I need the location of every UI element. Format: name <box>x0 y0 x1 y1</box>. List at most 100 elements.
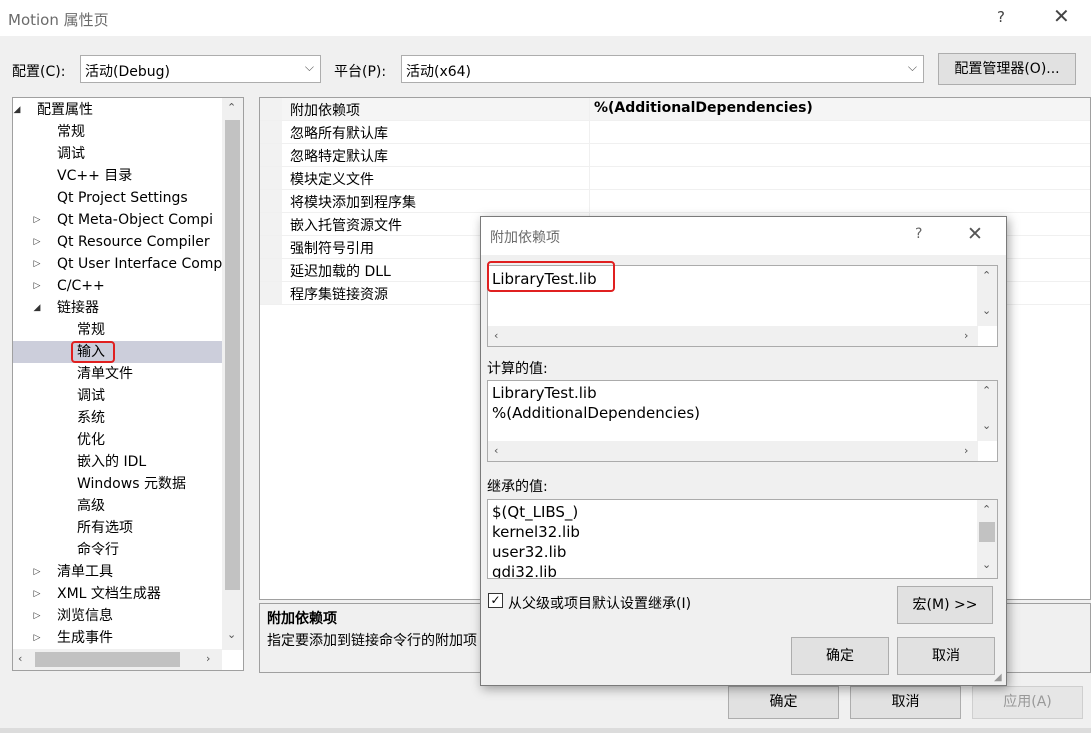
property-value[interactable]: %(AdditionalDependencies) <box>594 100 813 116</box>
resize-grip-icon[interactable]: ◢ <box>994 672 1002 683</box>
property-row[interactable]: 忽略特定默认库 <box>260 144 1090 167</box>
tree-item-label: 链接器 <box>57 300 99 316</box>
ok-button[interactable]: 确定 <box>728 686 839 719</box>
tree-vertical-thumb[interactable] <box>225 120 240 590</box>
scroll-up-icon[interactable]: ⌃ <box>982 384 991 397</box>
expand-arrow-icon[interactable]: ▷ <box>31 627 43 649</box>
tree-item[interactable]: 清单文件 <box>13 363 223 385</box>
expand-arrow-icon[interactable]: ▷ <box>31 209 43 231</box>
tree-item-label: 调试 <box>57 146 85 162</box>
tree-item[interactable]: ▷ C/C++ <box>13 275 223 297</box>
highlight-annotation <box>71 341 115 363</box>
property-name: 将模块添加到程序集 <box>290 195 416 211</box>
scroll-up-icon[interactable]: ⌃ <box>982 503 991 516</box>
row-gutter <box>260 167 282 189</box>
property-row[interactable]: 模块定义文件 <box>260 167 1090 190</box>
macro-button[interactable]: 宏(M) >> <box>897 586 993 624</box>
row-gutter <box>260 98 282 120</box>
scroll-up-icon[interactable]: ⌃ <box>982 269 991 282</box>
property-row[interactable]: 将模块添加到程序集 <box>260 190 1090 213</box>
tree-item[interactable]: 调试 <box>13 385 223 407</box>
tree-item[interactable]: 嵌入的 IDL <box>13 451 223 473</box>
tree-item[interactable]: ▷ XML 文档生成器 <box>13 583 223 605</box>
tree-item[interactable]: ▷ Qt Resource Compiler <box>13 231 223 253</box>
scroll-right-icon[interactable]: › <box>964 444 968 457</box>
tree-item[interactable]: 常规 <box>13 319 223 341</box>
expand-arrow-icon[interactable]: ▷ <box>31 231 43 253</box>
edit-vertical-scrollbar[interactable]: ⌃ ⌄ <box>977 266 997 326</box>
dialog-ok-button[interactable]: 确定 <box>791 637 889 675</box>
edit-horizontal-scrollbar[interactable]: ‹ › <box>488 326 978 346</box>
help-icon[interactable]: ? <box>997 8 1005 26</box>
platform-select[interactable]: 活动(x64) ⌵ <box>401 55 924 83</box>
computed-vertical-scrollbar[interactable]: ⌃ ⌄ <box>977 381 997 441</box>
inherited-scroll-thumb[interactable] <box>979 522 995 542</box>
tree-item-label: 常规 <box>77 322 105 338</box>
scroll-left-icon[interactable]: ‹ <box>18 652 22 665</box>
tree-vertical-scrollbar[interactable]: ⌃ ⌄ <box>222 98 243 650</box>
property-row[interactable]: 附加依赖项 %(AdditionalDependencies) <box>260 98 1090 121</box>
tree-item[interactable]: Windows 元数据 <box>13 473 223 495</box>
scroll-right-icon[interactable]: › <box>206 652 210 665</box>
tree-item[interactable]: 系统 <box>13 407 223 429</box>
inherited-line: gdi32.lib <box>492 563 557 579</box>
tree-item[interactable]: Qt Project Settings <box>13 187 223 209</box>
row-gutter <box>260 144 282 166</box>
tree-item[interactable]: ▷ 浏览信息 <box>13 605 223 627</box>
inherited-line: user32.lib <box>492 543 567 561</box>
scroll-down-icon[interactable]: ⌄ <box>227 628 236 641</box>
scroll-down-icon[interactable]: ⌄ <box>982 419 991 432</box>
scroll-down-icon[interactable]: ⌄ <box>982 558 991 571</box>
collapse-arrow-icon[interactable]: ◢ <box>31 297 43 319</box>
collapse-arrow-icon[interactable]: ◢ <box>13 99 23 121</box>
tree-item[interactable]: ▷ Qt Meta-Object Compi <box>13 209 223 231</box>
tree-item[interactable]: 所有选项 <box>13 517 223 539</box>
tree-item[interactable]: ▷ 清单工具 <box>13 561 223 583</box>
expand-arrow-icon[interactable]: ▷ <box>31 561 43 583</box>
inherit-checkbox-label[interactable]: 从父级或项目默认设置继承(I) <box>508 593 691 613</box>
property-tree: ◢ 配置属性 常规 调试 VC++ 目录 Qt Project Settings ▷ Qt M… <box>12 97 244 671</box>
tree-horizontal-thumb[interactable] <box>35 652 180 667</box>
tree-item[interactable]: 输入 <box>13 341 223 363</box>
property-name: 忽略特定默认库 <box>290 149 388 165</box>
tree-item[interactable]: 命令行 <box>13 539 223 561</box>
dialog-help-icon[interactable]: ? <box>915 226 922 242</box>
apply-button[interactable]: 应用(A) <box>972 686 1083 719</box>
inherit-checkbox[interactable]: ✓ <box>488 593 503 608</box>
tree-item[interactable]: 调试 <box>13 143 223 165</box>
config-select[interactable]: 活动(Debug) ⌵ <box>80 55 321 83</box>
dialog-cancel-button[interactable]: 取消 <box>897 637 995 675</box>
tree-item[interactable]: 优化 <box>13 429 223 451</box>
tree-item-label: 嵌入的 IDL <box>77 454 147 470</box>
inherited-vertical-scrollbar[interactable]: ⌃ ⌄ <box>977 500 997 578</box>
tree-item[interactable]: ◢ 配置属性 <box>13 99 223 121</box>
expand-arrow-icon[interactable]: ▷ <box>31 253 43 275</box>
tree-item[interactable]: ◢ 链接器 <box>13 297 223 319</box>
scroll-right-icon[interactable]: › <box>964 329 968 342</box>
cancel-button[interactable]: 取消 <box>850 686 961 719</box>
property-name: 嵌入托管资源文件 <box>290 218 402 234</box>
expand-arrow-icon[interactable]: ▷ <box>31 275 43 297</box>
config-manager-button[interactable]: 配置管理器(O)... <box>938 53 1076 85</box>
scroll-up-icon[interactable]: ⌃ <box>227 101 236 114</box>
scroll-left-icon[interactable]: ‹ <box>494 444 498 457</box>
tree-horizontal-scrollbar[interactable]: ‹ › <box>13 649 222 670</box>
highlight-annotation <box>487 261 615 292</box>
tree-item[interactable]: VC++ 目录 <box>13 165 223 187</box>
tree-item-label: XML 文档生成器 <box>57 586 161 602</box>
dialog-close-icon[interactable]: ✕ <box>967 223 983 245</box>
property-row[interactable]: 忽略所有默认库 <box>260 121 1090 144</box>
scroll-down-icon[interactable]: ⌄ <box>982 304 991 317</box>
tree-item[interactable]: 高级 <box>13 495 223 517</box>
scroll-left-icon[interactable]: ‹ <box>494 329 498 342</box>
tree-item[interactable]: 常规 <box>13 121 223 143</box>
tree-item[interactable]: ▷ Qt User Interface Comp <box>13 253 223 275</box>
expand-arrow-icon[interactable]: ▷ <box>31 583 43 605</box>
close-icon[interactable]: ✕ <box>1053 4 1070 28</box>
inherited-line: $(Qt_LIBS_) <box>492 503 579 521</box>
computed-values-box: LibraryTest.lib %(AdditionalDependencies… <box>487 380 998 462</box>
expand-arrow-icon[interactable]: ▷ <box>31 605 43 627</box>
tree-item[interactable]: ▷ 生成事件 <box>13 627 223 649</box>
computed-horizontal-scrollbar[interactable]: ‹ › <box>488 441 978 461</box>
row-gutter <box>260 282 282 304</box>
